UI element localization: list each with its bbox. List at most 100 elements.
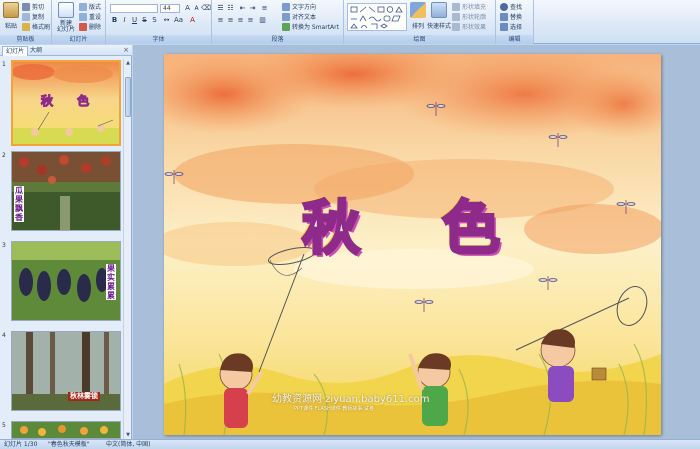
font-size-combo[interactable]: 44 (160, 4, 180, 13)
shape-fill-button[interactable]: 形状填充 (452, 2, 486, 11)
shape-fill-label: 形状填充 (462, 4, 487, 11)
strikethrough-button[interactable]: S (140, 16, 149, 25)
cursor-icon (500, 22, 508, 31)
clear-format-button[interactable]: ⌫ (201, 4, 211, 13)
drawing-group-label: 绘图 (344, 35, 495, 44)
thumbnail-3-picture (12, 242, 120, 320)
thumb-number: 4 (2, 332, 6, 339)
new-slide-label: 新建 幻灯片 (56, 20, 75, 33)
slide-title-char-1[interactable]: 秋 (300, 198, 361, 259)
change-case-button[interactable]: Aa (174, 16, 183, 25)
align-text-button[interactable]: 对齐文本 (282, 12, 316, 21)
reset-label: 重设 (89, 14, 102, 21)
text-direction-button[interactable]: 文字方向 (282, 2, 316, 11)
shadow-button[interactable]: S (150, 16, 159, 25)
align-text-label: 对齐文本 (292, 14, 317, 21)
theme-status: "春色秋天模板" (48, 441, 90, 448)
thumb-number: 5 (2, 422, 6, 429)
find-label: 查找 (510, 4, 523, 11)
quick-styles-button[interactable]: 快速样式 (427, 2, 452, 30)
shrink-font-button[interactable]: A (192, 4, 201, 13)
increase-indent-button[interactable]: ⇥ (248, 4, 257, 13)
slide-title-char-2[interactable]: 色 (440, 198, 501, 259)
smartart-button[interactable]: 转换为 SmartArt (282, 22, 339, 31)
panel-scrollbar[interactable]: ▲ ▼ (123, 59, 131, 439)
line-spacing-button[interactable]: ≡ (260, 4, 269, 13)
binoculars-icon (500, 2, 508, 11)
slide-thumbnail-1[interactable]: 秋 色 (11, 60, 121, 146)
font-name-combo[interactable] (110, 4, 158, 13)
language-status: 中文(简体, 中国) (106, 441, 151, 448)
scroll-up-arrow-icon[interactable]: ▲ (124, 59, 132, 67)
delete-slide-button[interactable]: 删除 (79, 22, 101, 31)
paste-button[interactable]: 粘贴 (2, 2, 20, 30)
copy-icon (22, 12, 30, 21)
effects-icon (452, 22, 460, 31)
slide-thumbnail-4[interactable]: 秋林雾锁 (11, 331, 121, 411)
editing-group-label: 编辑 (496, 35, 533, 44)
format-painter-label: 格式刷 (32, 24, 51, 31)
current-slide[interactable]: 秋 色 幼教资源网 ziyuan.baby611.com PPT课件 FLASH… (164, 54, 661, 435)
replace-label: 替换 (510, 14, 523, 21)
align-center-button[interactable]: ≡ (226, 16, 235, 25)
shape-effects-label: 形状效果 (462, 24, 487, 31)
thumb-number: 3 (2, 242, 6, 249)
text-direction-icon (282, 2, 290, 11)
justify-button[interactable]: ≡ (246, 16, 255, 25)
font-color-button[interactable]: A (188, 16, 197, 25)
clipboard-group-label: 剪贴板 (0, 35, 51, 44)
text-direction-label: 文字方向 (292, 4, 317, 11)
shapes-gallery-icons (350, 6, 403, 29)
replace-icon (500, 12, 508, 21)
italic-button[interactable]: I (120, 16, 129, 25)
char-spacing-button[interactable]: ↔ (162, 16, 171, 25)
align-left-button[interactable]: ≡ (216, 16, 225, 25)
select-button[interactable]: 选择 (500, 22, 522, 31)
arrange-button[interactable]: 排列 (410, 2, 426, 30)
numbering-button[interactable]: ☷ (226, 4, 235, 13)
quick-styles-label: 快速样式 (427, 23, 452, 30)
format-painter-button[interactable]: 格式刷 (22, 22, 50, 31)
slide-editing-area: 秋 色 幼教资源网 ziyuan.baby611.com PPT课件 FLASH… (133, 45, 700, 439)
replace-button[interactable]: 替换 (500, 12, 522, 21)
slide-thumbnail-5[interactable] (11, 421, 121, 439)
slide-background-illustration (164, 54, 661, 435)
reset-button[interactable]: 重设 (79, 12, 101, 21)
shape-outline-button[interactable]: 形状轮廓 (452, 12, 486, 21)
tab-slides[interactable]: 幻灯片 (2, 46, 29, 56)
underline-button[interactable]: U (130, 16, 139, 25)
scissors-icon (22, 2, 30, 11)
decrease-indent-button[interactable]: ⇤ (238, 4, 247, 13)
layout-button[interactable]: 版式 (79, 2, 101, 11)
grow-font-button[interactable]: A (183, 4, 192, 13)
find-button[interactable]: 查找 (500, 2, 522, 11)
tab-outline[interactable]: 大纲 (27, 46, 45, 56)
shapes-gallery[interactable] (347, 3, 407, 31)
smartart-icon (282, 22, 290, 31)
shape-effects-button[interactable]: 形状效果 (452, 22, 486, 31)
columns-button[interactable]: ▥ (258, 16, 267, 25)
slides-group-label: 幻灯片 (52, 35, 105, 44)
new-slide-button[interactable]: 新建 幻灯片 (55, 2, 77, 33)
paragraph-group-label: 段落 (212, 35, 343, 44)
bullets-button[interactable]: ☰ (216, 4, 225, 13)
slide-count-status: 幻灯片 1/30 (4, 441, 38, 448)
scroll-down-arrow-icon[interactable]: ▼ (124, 431, 132, 439)
paragraph-group: ☰ ☷ ⇤ ⇥ ≡ ≡ ≡ ≡ ≡ ▥ 文字方向 对齐文本 转换为 SmartA… (212, 0, 344, 44)
slide-thumbnail-2[interactable]: 瓜果飘香 (11, 151, 121, 231)
close-panel-button[interactable]: × (123, 46, 129, 55)
align-right-button[interactable]: ≡ (236, 16, 245, 25)
layout-icon (79, 2, 87, 11)
font-group-label: 字体 (106, 35, 211, 44)
drawing-group: 排列 快速样式 形状填充 形状轮廓 形状效果 绘图 (344, 0, 496, 44)
thumbnail-2-picture (12, 152, 120, 230)
layout-label: 版式 (89, 4, 102, 11)
slide-thumbnail-3[interactable]: 果实累累 (11, 241, 121, 321)
scrollbar-thumb[interactable] (125, 77, 131, 117)
cut-button[interactable]: 剪切 (22, 2, 44, 11)
copy-button[interactable]: 复制 (22, 12, 44, 21)
bold-button[interactable]: B (110, 16, 119, 25)
paste-label: 粘贴 (4, 23, 17, 30)
thumbnail-4-picture (12, 332, 120, 410)
thumb-number: 2 (2, 152, 6, 159)
